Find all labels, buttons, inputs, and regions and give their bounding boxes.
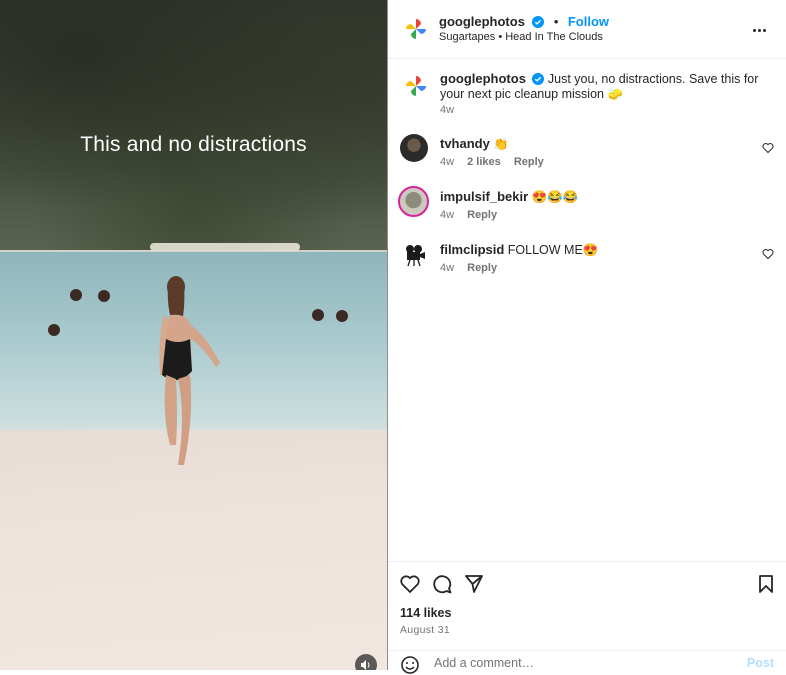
caption-username[interactable]: googlephotos — [440, 71, 526, 86]
heart-icon[interactable] — [400, 575, 420, 593]
emoji-icon[interactable] — [400, 655, 420, 675]
comment-time[interactable]: 4w — [440, 209, 454, 221]
comment-time[interactable]: 4w — [440, 262, 454, 274]
comment-username[interactable]: tvhandy — [440, 136, 490, 151]
add-comment-bar: Post — [388, 650, 786, 675]
verified-icon — [532, 16, 545, 28]
swimmer — [48, 324, 60, 336]
comment-time[interactable]: 4w — [440, 156, 454, 168]
comment-meta: 4w Reply — [440, 262, 497, 274]
comment-username[interactable]: impulsif_bekir — [440, 189, 528, 204]
swimmer — [312, 309, 324, 321]
post-date[interactable]: August 31 — [400, 624, 450, 636]
verified-icon — [532, 73, 545, 85]
pinwheel-icon — [406, 76, 426, 96]
comment-heart-icon[interactable] — [762, 142, 774, 154]
header-username[interactable]: googlephotos — [439, 14, 525, 29]
reply-button[interactable]: Reply — [514, 156, 544, 168]
comment: tvhandy 👏 — [440, 136, 509, 152]
post-caption: googlephotos Just you, no distractions. … — [440, 71, 765, 102]
comment-meta: 4w Reply — [440, 209, 497, 221]
google-photos-avatar[interactable] — [400, 13, 432, 45]
reply-button[interactable]: Reply — [467, 209, 497, 221]
caption-time[interactable]: 4w — [440, 104, 454, 116]
separator-dot: • — [553, 14, 559, 29]
more-icon[interactable] — [752, 19, 772, 35]
reply-button[interactable]: Reply — [467, 262, 497, 274]
comment-text: 😍😂😂 — [531, 190, 579, 204]
comment-likes[interactable]: 2 likes — [467, 156, 501, 168]
avatar[interactable] — [400, 134, 428, 162]
likes-count[interactable]: 114 likes — [400, 606, 451, 620]
post-header: googlephotos • Follow Sugartapes • Head … — [388, 0, 786, 59]
swimmer — [98, 290, 110, 302]
post-dialog: This and no distractions googlephotos • … — [0, 0, 786, 675]
comment-input[interactable] — [432, 655, 736, 671]
comment-text: FOLLOW ME😍 — [507, 243, 599, 257]
woman-figure — [159, 276, 220, 465]
audio-track-link[interactable]: Sugartapes • Head In The Clouds — [439, 31, 603, 43]
post-button[interactable]: Post — [747, 656, 774, 670]
swimmer — [336, 310, 348, 322]
comment: impulsif_bekir 😍😂😂 — [440, 189, 578, 205]
cliff-background — [0, 0, 387, 250]
caption-avatar[interactable] — [400, 70, 432, 102]
comment-icon[interactable] — [432, 574, 452, 594]
pinwheel-icon — [406, 19, 426, 39]
post-actions: 114 likes August 31 Post — [388, 561, 786, 675]
comment-meta: 4w 2 likes Reply — [440, 156, 544, 168]
follow-button[interactable]: Follow — [568, 14, 609, 29]
comment-text: 👏 — [493, 137, 509, 151]
avatar[interactable] — [398, 186, 429, 217]
post-video[interactable]: This and no distractions — [0, 0, 387, 670]
distant-beach — [150, 243, 300, 251]
video-caption: This and no distractions — [80, 133, 307, 156]
sound-icon[interactable] — [355, 654, 377, 670]
share-icon[interactable] — [464, 574, 484, 594]
comment-heart-icon[interactable] — [762, 248, 774, 260]
film-camera-icon — [406, 245, 425, 267]
comment: filmclipsid FOLLOW ME😍 — [440, 242, 598, 258]
swimmer — [70, 289, 82, 301]
bookmark-icon[interactable] — [758, 574, 774, 594]
post-side-panel: googlephotos • Follow Sugartapes • Head … — [388, 0, 786, 675]
comment-username[interactable]: filmclipsid — [440, 242, 504, 257]
avatar[interactable] — [400, 240, 428, 268]
